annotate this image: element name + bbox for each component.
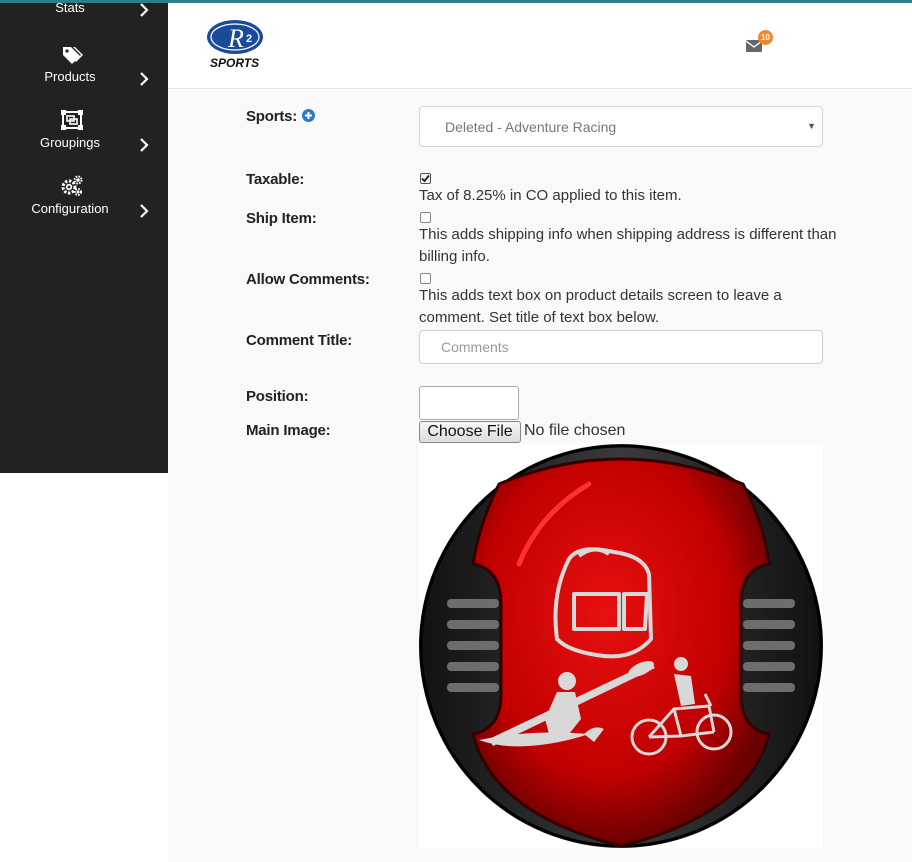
top-accent-bar [0, 0, 912, 3]
sidebar-item-label: Groupings [40, 135, 100, 150]
taxable-help: Tax of 8.25% in CO applied to this item. [419, 187, 682, 204]
object-group-icon [61, 110, 83, 130]
comment-title-label: Comment Title: [246, 332, 353, 349]
r2-sports-logo[interactable]: R 2 SPORTS [206, 17, 268, 71]
product-form: Sports: Deleted - Adventure Racing ▼ Tax… [168, 90, 912, 862]
sports-select-value: Deleted - Adventure Racing [445, 119, 617, 135]
add-sport-icon[interactable] [302, 109, 316, 122]
allow-comments-label: Allow Comments: [246, 271, 370, 288]
cogs-icon [61, 175, 83, 196]
file-status-text: No file chosen [524, 422, 626, 439]
sidebar-item-groupings[interactable]: Groupings [0, 109, 168, 169]
sports-label: Sports: [246, 108, 298, 125]
logo-sup: 2 [246, 33, 252, 45]
choose-file-button[interactable]: Choose File [419, 421, 521, 443]
position-input[interactable] [419, 386, 519, 420]
chevron-right-icon [140, 72, 149, 86]
mail-count-badge: 10 [758, 30, 773, 45]
tags-icon [63, 47, 83, 64]
logo-sports-text: SPORTS [210, 56, 259, 70]
sidebar-item-products[interactable]: Products [0, 43, 168, 103]
comment-title-input[interactable]: Comments [419, 330, 823, 364]
ship-item-help: This adds shipping info when shipping ad… [419, 226, 837, 265]
sports-select[interactable]: Deleted - Adventure Racing ▼ [419, 106, 823, 147]
sports-label-row: Sports: [246, 108, 316, 125]
sidebar-item-label: Products [44, 69, 96, 84]
logo-letter: R [227, 24, 244, 53]
check-icon [421, 174, 430, 183]
comment-title-placeholder: Comments [441, 339, 509, 355]
chevron-right-icon [140, 204, 149, 218]
top-header: R 2 SPORTS 10 [168, 3, 912, 89]
position-label: Position: [246, 388, 309, 405]
ship-item-label: Ship Item: [246, 210, 317, 227]
ship-item-checkbox[interactable] [420, 212, 431, 223]
allow-comments-help: This adds text box on product details sc… [419, 287, 782, 326]
main-image-preview [419, 444, 823, 848]
sidebar-item-label: Configuration [31, 201, 109, 216]
chevron-right-icon [140, 3, 149, 17]
taxable-checkbox[interactable] [420, 173, 431, 184]
allow-comments-checkbox[interactable] [420, 273, 431, 284]
sidebar-item-configuration[interactable]: Configuration [0, 175, 168, 235]
caret-down-icon: ▼ [807, 121, 816, 131]
main-image-label: Main Image: [246, 422, 331, 439]
chevron-right-icon [140, 138, 149, 152]
taxable-label: Taxable: [246, 171, 305, 188]
sidebar: Stats Products Groupings Configuration [0, 0, 168, 473]
